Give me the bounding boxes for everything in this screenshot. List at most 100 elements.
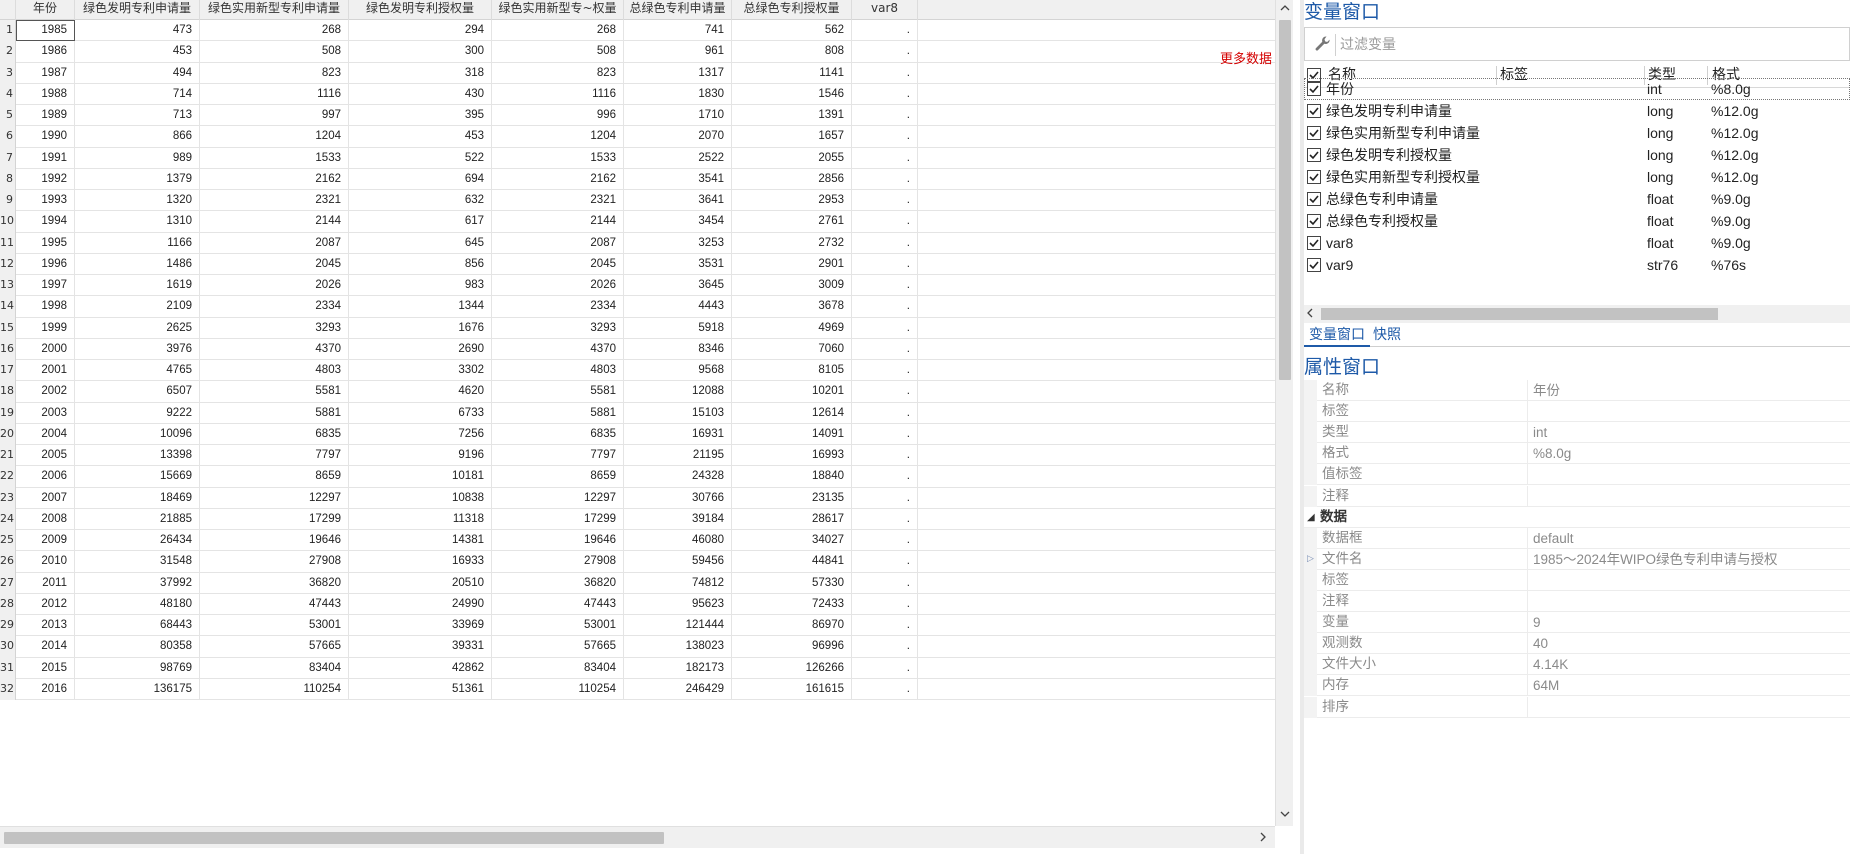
table-cell[interactable]: . bbox=[852, 508, 918, 530]
table-cell[interactable]: 42862 bbox=[349, 657, 492, 679]
table-cell[interactable]: 74812 bbox=[624, 572, 732, 594]
table-cell[interactable]: 3302 bbox=[349, 360, 492, 382]
property-row[interactable]: 变量 9 bbox=[1304, 612, 1850, 634]
column-header[interactable]: 绿色发明专利申请量 bbox=[75, 0, 200, 20]
table-cell[interactable]: 1996 bbox=[16, 253, 75, 275]
variable-checkbox[interactable] bbox=[1307, 258, 1321, 272]
table-cell[interactable]: 4803 bbox=[492, 360, 624, 382]
table-cell[interactable]: 2006 bbox=[16, 466, 75, 488]
table-cell[interactable]: . bbox=[852, 338, 918, 360]
table-cell[interactable]: 24328 bbox=[624, 466, 732, 488]
table-cell[interactable]: 80358 bbox=[75, 636, 200, 658]
table-cell[interactable]: . bbox=[852, 487, 918, 509]
table-cell[interactable]: 3253 bbox=[624, 232, 732, 254]
table-cell[interactable]: 1989 bbox=[16, 105, 75, 127]
table-cell[interactable]: . bbox=[852, 296, 918, 318]
table-cell[interactable]: 57665 bbox=[200, 636, 349, 658]
chevron-down-icon[interactable] bbox=[1276, 806, 1294, 824]
vertical-scrollbar[interactable] bbox=[1275, 0, 1293, 826]
row-number[interactable]: 6 bbox=[0, 126, 16, 148]
property-row[interactable]: 注释 bbox=[1304, 485, 1850, 507]
table-cell[interactable]: 2144 bbox=[200, 211, 349, 233]
table-cell[interactable]: 3293 bbox=[492, 317, 624, 339]
table-cell[interactable]: 294 bbox=[349, 20, 492, 42]
table-cell[interactable]: . bbox=[852, 423, 918, 445]
table-cell[interactable]: 508 bbox=[200, 41, 349, 63]
collapse-triangle-icon[interactable]: ◢ bbox=[1307, 507, 1315, 528]
table-cell[interactable]: 395 bbox=[349, 105, 492, 127]
table-cell[interactable]: 1486 bbox=[75, 253, 200, 275]
table-cell[interactable]: 2045 bbox=[200, 253, 349, 275]
property-row[interactable]: 标签 bbox=[1304, 401, 1850, 423]
table-cell[interactable]: 1619 bbox=[75, 275, 200, 297]
table-cell[interactable]: 2162 bbox=[492, 168, 624, 190]
table-cell[interactable]: 1141 bbox=[732, 62, 852, 84]
table-cell[interactable]: 6507 bbox=[75, 381, 200, 403]
table-cell[interactable]: 617 bbox=[349, 211, 492, 233]
table-cell[interactable]: . bbox=[852, 572, 918, 594]
property-value[interactable] bbox=[1533, 570, 1850, 591]
table-cell[interactable]: 713 bbox=[75, 105, 200, 127]
table-cell[interactable]: 2109 bbox=[75, 296, 200, 318]
property-row[interactable]: 值标签 bbox=[1304, 464, 1850, 486]
table-cell[interactable]: 12614 bbox=[732, 402, 852, 424]
table-cell[interactable]: 51361 bbox=[349, 678, 492, 700]
table-cell[interactable]: 53001 bbox=[200, 615, 349, 637]
tab-snapshots[interactable]: 快照 bbox=[1368, 325, 1406, 347]
table-cell[interactable]: 9196 bbox=[349, 445, 492, 467]
table-cell[interactable]: 1116 bbox=[200, 83, 349, 105]
table-cell[interactable]: 2901 bbox=[732, 253, 852, 275]
table-cell[interactable]: 39331 bbox=[349, 636, 492, 658]
row-number[interactable]: 22 bbox=[0, 466, 16, 488]
table-cell[interactable]: 2690 bbox=[349, 338, 492, 360]
property-value[interactable]: 40 bbox=[1533, 633, 1850, 654]
table-cell[interactable]: 494 bbox=[75, 62, 200, 84]
table-cell[interactable]: 2008 bbox=[16, 508, 75, 530]
table-cell[interactable]: 645 bbox=[349, 232, 492, 254]
property-value[interactable] bbox=[1533, 464, 1850, 485]
table-cell[interactable]: . bbox=[852, 190, 918, 212]
table-cell[interactable]: 19646 bbox=[492, 530, 624, 552]
table-cell[interactable]: 3678 bbox=[732, 296, 852, 318]
table-cell[interactable]: 37992 bbox=[75, 572, 200, 594]
property-value[interactable]: %8.0g bbox=[1533, 443, 1850, 464]
table-cell[interactable]: 17299 bbox=[492, 508, 624, 530]
variable-row[interactable]: 年份 int %8.0g bbox=[1304, 78, 1850, 100]
table-cell[interactable]: 57665 bbox=[492, 636, 624, 658]
table-cell[interactable]: 2321 bbox=[200, 190, 349, 212]
table-cell[interactable]: 4765 bbox=[75, 360, 200, 382]
table-cell[interactable]: 16931 bbox=[624, 423, 732, 445]
table-cell[interactable]: 1116 bbox=[492, 83, 624, 105]
variable-checkbox[interactable] bbox=[1307, 192, 1321, 206]
table-cell[interactable]: 3641 bbox=[624, 190, 732, 212]
table-cell[interactable]: 8659 bbox=[200, 466, 349, 488]
table-cell[interactable]: 15103 bbox=[624, 402, 732, 424]
row-number[interactable]: 27 bbox=[0, 572, 16, 594]
property-value[interactable]: 1985～2024年WIPO绿色专利申请与授权 bbox=[1533, 549, 1850, 570]
table-cell[interactable]: 12297 bbox=[492, 487, 624, 509]
table-cell[interactable]: 10201 bbox=[732, 381, 852, 403]
variables-horizontal-scrollbar[interactable] bbox=[1304, 305, 1850, 323]
table-cell[interactable]: 36820 bbox=[200, 572, 349, 594]
row-number[interactable]: 28 bbox=[0, 593, 16, 615]
table-cell[interactable]: 808 bbox=[732, 41, 852, 63]
row-number[interactable]: 10 bbox=[0, 211, 16, 233]
table-cell[interactable]: 2016 bbox=[16, 678, 75, 700]
variable-checkbox[interactable] bbox=[1307, 126, 1321, 140]
table-cell[interactable]: 1533 bbox=[492, 147, 624, 169]
table-cell[interactable]: 83404 bbox=[492, 657, 624, 679]
table-cell[interactable]: 1994 bbox=[16, 211, 75, 233]
vertical-scroll-thumb[interactable] bbox=[1279, 20, 1291, 380]
table-cell[interactable]: 1993 bbox=[16, 190, 75, 212]
chevron-up-icon[interactable] bbox=[1276, 0, 1294, 18]
table-cell[interactable]: 508 bbox=[492, 41, 624, 63]
property-value[interactable]: 4.14K bbox=[1533, 654, 1850, 675]
table-cell[interactable]: . bbox=[852, 62, 918, 84]
table-cell[interactable]: 3293 bbox=[200, 317, 349, 339]
table-cell[interactable]: 23135 bbox=[732, 487, 852, 509]
table-cell[interactable]: 110254 bbox=[492, 678, 624, 700]
table-cell[interactable]: 47443 bbox=[200, 593, 349, 615]
table-cell[interactable]: 823 bbox=[492, 62, 624, 84]
table-cell[interactable]: 5581 bbox=[492, 381, 624, 403]
table-cell[interactable]: 246429 bbox=[624, 678, 732, 700]
